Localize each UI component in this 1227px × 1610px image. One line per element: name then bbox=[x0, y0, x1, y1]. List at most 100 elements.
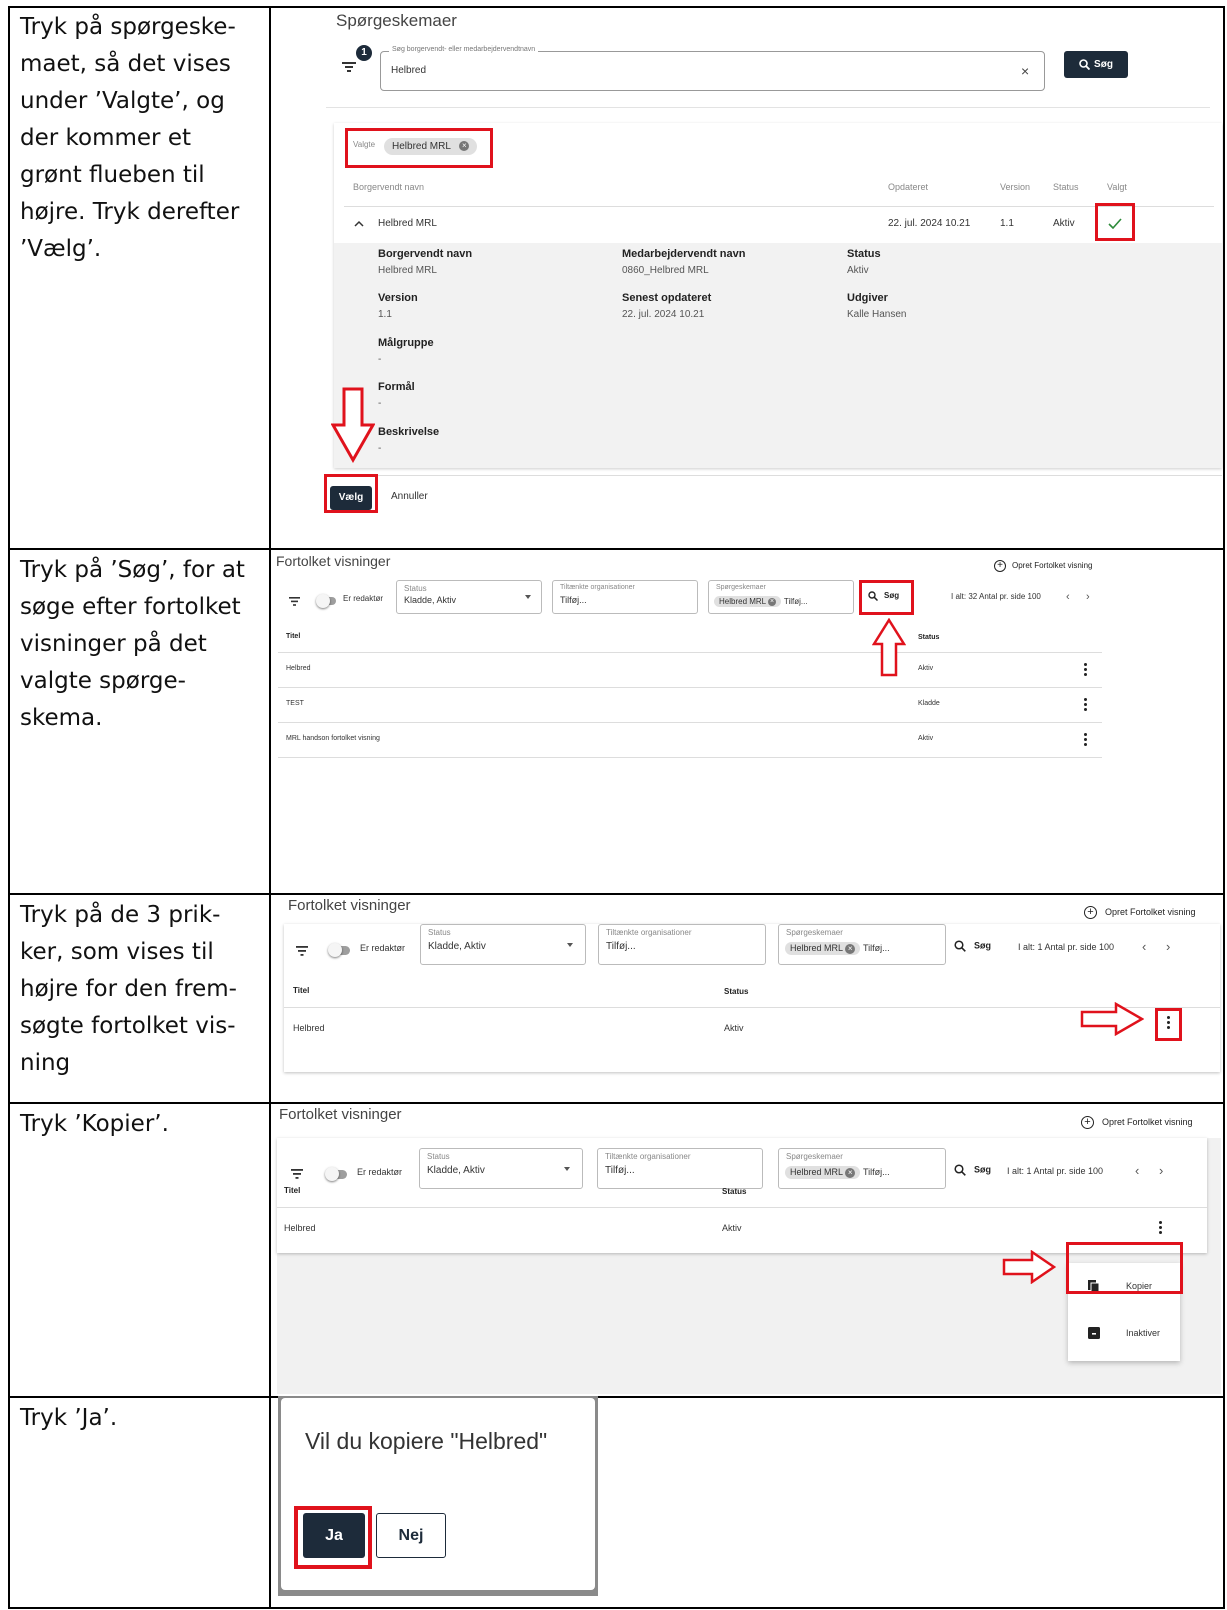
table-border-right bbox=[1223, 6, 1225, 1609]
questionnaires-field[interactable]: Spørgeskemaer Helbred MRL × Tilføj... bbox=[778, 924, 946, 965]
col-titel: Titel bbox=[293, 986, 310, 995]
questionnaires-field-label: Spørgeskemaer bbox=[786, 928, 843, 937]
highlight-selected bbox=[345, 128, 493, 168]
more-icon[interactable] bbox=[1167, 1016, 1171, 1031]
table-border-left bbox=[8, 6, 10, 1609]
search-input[interactable]: Søg borgervendt- eller medarbejdervendtn… bbox=[380, 46, 1045, 91]
status-select[interactable]: Status Kladde, Aktiv bbox=[396, 580, 542, 614]
status-select[interactable]: Status Kladde, Aktiv bbox=[420, 924, 586, 965]
row-status: Aktiv bbox=[918, 665, 934, 672]
instruction-line: højre. Tryk derefter bbox=[20, 199, 240, 225]
no-button[interactable]: Nej bbox=[376, 1513, 446, 1558]
filter-icon[interactable] bbox=[289, 597, 301, 606]
questionnaires-field[interactable]: Spørgeskemaer Helbred MRL × Tilføj... bbox=[778, 1148, 946, 1189]
questionnaire-card: Valgte Helbred MRL × Borgervendt navn Op… bbox=[334, 123, 1222, 468]
status-select-value: Kladde, Aktiv bbox=[404, 595, 457, 605]
create-button-label: Opret Fortolket visning bbox=[1105, 906, 1196, 917]
questionnaires-field[interactable]: Spørgeskemaer Helbred MRL × Tilføj... bbox=[708, 580, 854, 614]
table-row[interactable]: Helbred Aktiv bbox=[278, 653, 1102, 687]
organisations-field[interactable]: Tiltænkte organisationer Tilføj... bbox=[597, 1148, 763, 1189]
chip-remove-icon[interactable]: × bbox=[845, 1167, 856, 1178]
search-icon bbox=[954, 1164, 966, 1176]
add-placeholder: Tilføj... bbox=[783, 597, 808, 606]
search-button[interactable]: Søg bbox=[954, 940, 991, 952]
page-title: Fortolket visninger bbox=[279, 1106, 402, 1123]
prev-page-icon[interactable]: ‹ bbox=[1135, 1163, 1139, 1178]
questionnaire-chip[interactable]: Helbred MRL × bbox=[785, 942, 861, 955]
arrow-right-icon bbox=[1080, 1002, 1144, 1036]
editor-toggle-label: Er redaktør bbox=[357, 1167, 403, 1177]
table-row[interactable]: Helbred MRL 22. jul. 2024 10.21 1.1 Akti… bbox=[334, 207, 1222, 243]
next-page-icon[interactable]: › bbox=[1159, 1163, 1163, 1178]
instruction-line: højre for den frem- bbox=[20, 976, 237, 1002]
editor-toggle[interactable] bbox=[316, 594, 336, 608]
status-select-label: Status bbox=[404, 584, 427, 593]
next-page-icon[interactable]: › bbox=[1166, 939, 1170, 954]
instruction-line: visninger på det bbox=[20, 631, 207, 657]
organisations-field-label: Tiltænkte organisationer bbox=[606, 928, 692, 937]
next-page-icon[interactable]: › bbox=[1086, 591, 1090, 603]
instruction-line: søge efter fortolket bbox=[20, 594, 241, 620]
organisations-field[interactable]: Tiltænkte organisationer Tilføj... bbox=[598, 924, 766, 965]
instruction-line: Tryk ’Ja’. bbox=[20, 1405, 118, 1431]
more-icon[interactable] bbox=[1159, 1221, 1163, 1236]
questionnaire-chip[interactable]: Helbred MRL × bbox=[714, 596, 782, 607]
screenshot-confirm-dialog: Vil du kopiere "Helbred" Ja Nej bbox=[278, 1396, 598, 1596]
instruction-line: skema. bbox=[20, 705, 103, 731]
filter-icon[interactable] bbox=[291, 1169, 304, 1179]
detail-label: Udgiver bbox=[847, 292, 888, 304]
filter-icon[interactable] bbox=[342, 61, 358, 73]
create-button[interactable]: + Opret Fortolket visning bbox=[994, 560, 1092, 572]
organisations-field-value: Tilføj... bbox=[606, 941, 636, 952]
detail-label: Formål bbox=[378, 381, 415, 393]
table-border-row1 bbox=[8, 548, 1225, 550]
detail-value: - bbox=[378, 443, 382, 454]
chip-remove-icon[interactable]: × bbox=[768, 597, 777, 606]
row-status: Aktiv bbox=[918, 735, 934, 742]
questionnaire-chip[interactable]: Helbred MRL × bbox=[785, 1166, 861, 1179]
detail-label: Borgervendt navn bbox=[378, 248, 473, 260]
filter-count-badge: 1 bbox=[356, 45, 372, 61]
prev-page-icon[interactable]: ‹ bbox=[1066, 591, 1070, 603]
search-icon bbox=[954, 940, 966, 952]
questionnaires-field-label: Spørgeskemaer bbox=[786, 1152, 843, 1161]
menu-item-deactivate[interactable]: Inaktiver bbox=[1068, 1313, 1180, 1357]
cancel-button[interactable]: Annuller bbox=[391, 491, 428, 502]
status-select-label: Status bbox=[427, 1152, 450, 1161]
instruction-line: søgte fortolket vis- bbox=[20, 1013, 236, 1039]
search-button[interactable]: Søg bbox=[1064, 51, 1128, 78]
editor-toggle[interactable] bbox=[328, 943, 350, 957]
highlight-copy bbox=[1066, 1242, 1183, 1294]
search-button[interactable]: Søg bbox=[954, 1164, 991, 1176]
filter-icon[interactable] bbox=[296, 946, 309, 956]
instruction-line: maet, så det vises bbox=[20, 51, 231, 77]
more-icon[interactable] bbox=[1084, 698, 1088, 713]
chevron-up-icon[interactable] bbox=[354, 220, 364, 227]
chip-remove-icon[interactable]: × bbox=[845, 943, 856, 954]
editor-toggle[interactable] bbox=[325, 1167, 347, 1181]
organisations-field[interactable]: Tiltænkte organisationer Tilføj... bbox=[552, 580, 698, 614]
create-button[interactable]: + Opret Fortolket visning bbox=[1081, 1116, 1193, 1129]
create-button[interactable]: + Opret Fortolket visning bbox=[1084, 906, 1196, 919]
questionnaire-chip-label: Helbred MRL bbox=[790, 1167, 843, 1177]
table-row[interactable]: TEST Kladde bbox=[278, 688, 1102, 722]
row-status: Aktiv bbox=[724, 1023, 744, 1033]
table-border-row2 bbox=[8, 893, 1225, 895]
instruction-line: ker, som vises til bbox=[20, 939, 214, 965]
more-icon[interactable] bbox=[1084, 663, 1088, 678]
table-row[interactable]: MRL handson fortolket visning Aktiv bbox=[278, 723, 1102, 757]
pager-info: I alt: 1 Antal pr. side 100 bbox=[1007, 1166, 1104, 1176]
screenshot-fortolket-menu: Fortolket visninger + Opret Fortolket vis… bbox=[272, 1105, 1222, 1394]
row-status: Aktiv bbox=[722, 1223, 742, 1233]
row-title: Helbred bbox=[293, 1023, 325, 1033]
more-icon[interactable] bbox=[1084, 733, 1088, 748]
prev-page-icon[interactable]: ‹ bbox=[1142, 939, 1146, 954]
detail-value: Helbred MRL bbox=[378, 265, 437, 276]
organisations-field-value: Tilføj... bbox=[605, 1165, 635, 1176]
detail-value: Aktiv bbox=[847, 265, 869, 276]
row-status: Kladde bbox=[918, 700, 940, 707]
clear-icon[interactable]: × bbox=[1021, 63, 1029, 79]
detail-value: 0860_Helbred MRL bbox=[622, 265, 709, 276]
status-select[interactable]: Status Kladde, Aktiv bbox=[419, 1148, 583, 1189]
detail-value: - bbox=[378, 354, 382, 365]
